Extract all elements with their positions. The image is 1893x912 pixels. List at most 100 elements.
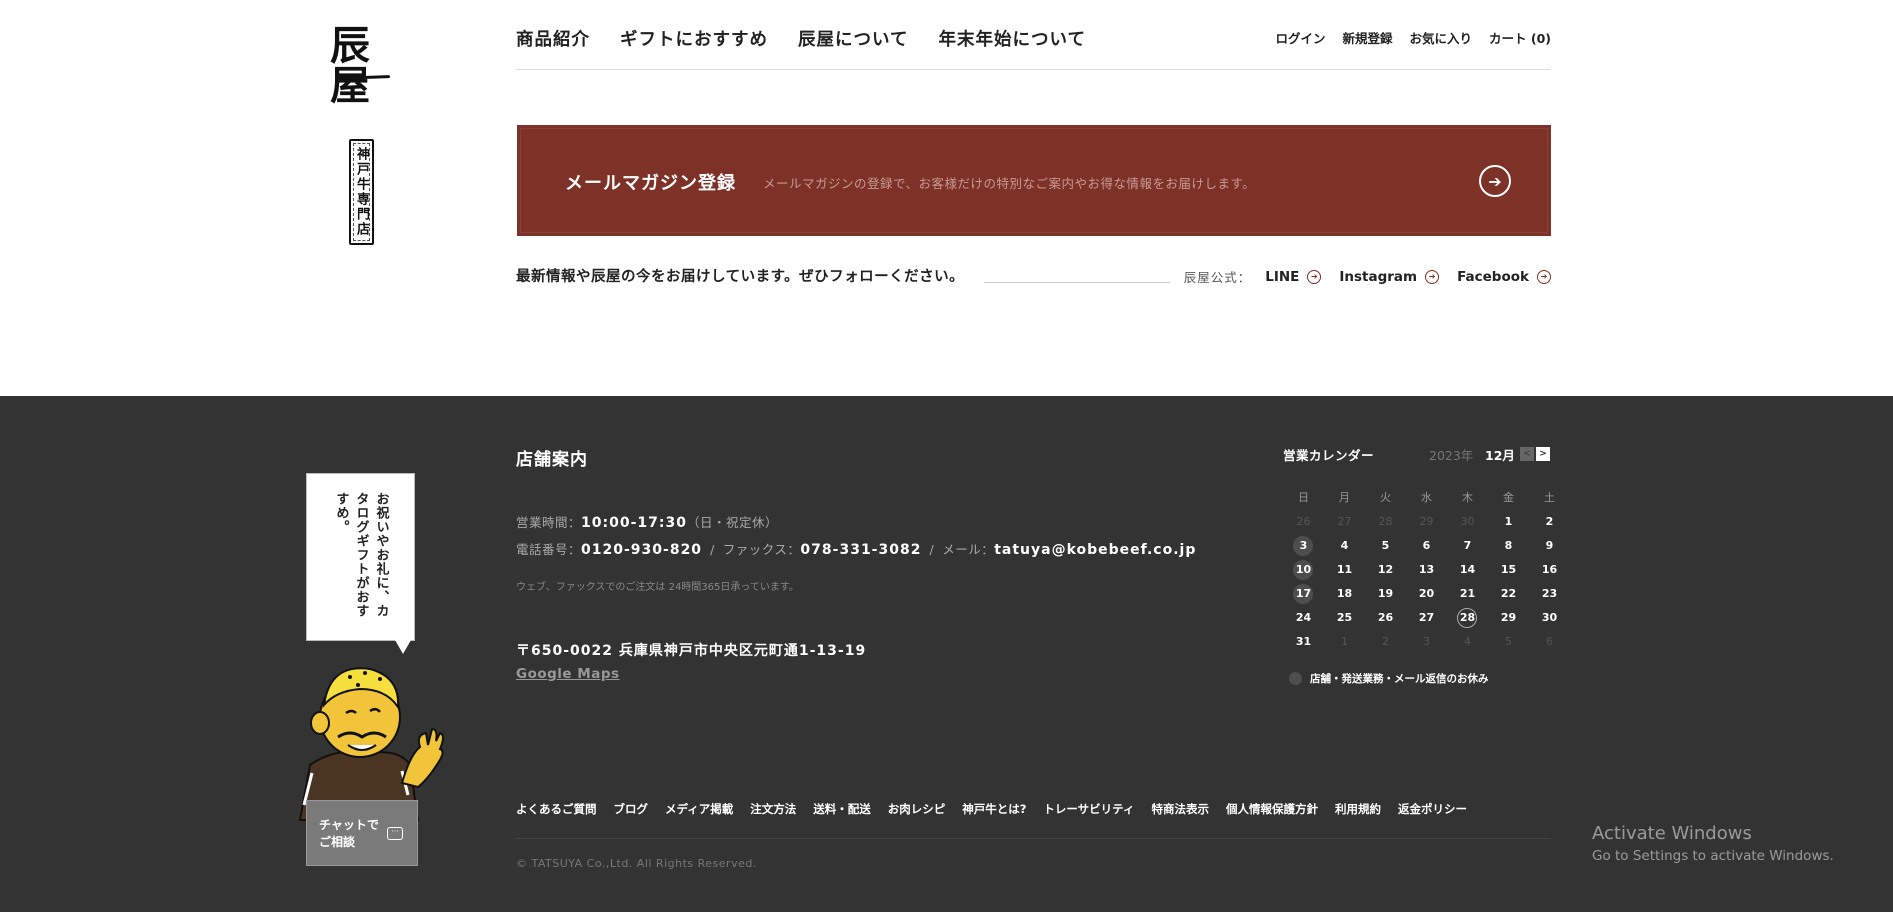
calendar-weekday: 水: [1421, 491, 1432, 504]
favorites-link[interactable]: お気に入り: [1410, 28, 1473, 47]
calendar-day: 24: [1283, 609, 1324, 627]
calendar-weekday: 木: [1462, 491, 1473, 504]
footer-nav-link[interactable]: 利用規約: [1335, 801, 1381, 817]
footer-nav-link[interactable]: トレーサビリティ: [1043, 801, 1134, 817]
calendar-day-number: 20: [1418, 587, 1435, 600]
mail-label: メール：: [942, 542, 995, 557]
calendar-month: 12月: [1485, 448, 1515, 463]
calendar-weekday: 月: [1339, 491, 1350, 504]
calendar-day: 9: [1529, 537, 1570, 555]
calendar-day-number: 16: [1541, 563, 1558, 576]
footer-nav-link[interactable]: 注文方法: [750, 801, 796, 817]
login-link[interactable]: ログイン: [1275, 28, 1325, 47]
calendar-day: 27: [1324, 513, 1365, 531]
calendar-day-number: 17: [1295, 587, 1312, 600]
calendar-day: 3: [1283, 536, 1324, 556]
calendar-day-number: 21: [1459, 587, 1476, 600]
calendar-day: 1: [1488, 513, 1529, 531]
calendar-day-number: 1: [1341, 635, 1348, 648]
calendar-day: 15: [1488, 561, 1529, 579]
instagram-link[interactable]: Instagram ➔: [1339, 269, 1440, 285]
mail-magazine-banner[interactable]: メールマガジン登録 メールマガジンの登録で、お客様だけの特別なご案内やお得な情報…: [517, 125, 1551, 236]
calendar-day: 31: [1283, 633, 1324, 651]
calendar-grid: 日月火水木金土 26 27 28 29 30 1 2 3 4 5 6 7 8 9 10 11 12 13 14 15 16…: [1283, 489, 1557, 651]
specialty-badge-text: 神戸牛専門店: [354, 147, 369, 237]
calendar-day-number: 25: [1336, 611, 1353, 624]
google-maps-link[interactable]: Google Maps: [516, 666, 620, 682]
calendar-day-number: 30: [1541, 611, 1558, 624]
contact-row: 電話番号： 0120-930-820 / ファックス： 078-331-3082…: [516, 539, 1196, 558]
arrow-circle-icon: ➔: [1425, 269, 1440, 284]
cart-link[interactable]: カート (0): [1489, 28, 1551, 47]
calendar-legend-text: 店舗・発送業務・メール返信のお休み: [1310, 673, 1489, 685]
shop-address: 〒650-0022 兵庫県神戸市中央区元町通1-13-19: [516, 643, 867, 659]
calendar-day: 26: [1365, 609, 1406, 627]
calendar-day-number: 7: [1463, 539, 1472, 552]
calendar-day-number: 11: [1336, 563, 1353, 576]
calendar-day: 25: [1324, 609, 1365, 627]
calendar-day: 26: [1283, 513, 1324, 531]
arrow-right-icon[interactable]: ➔: [1479, 165, 1511, 197]
social-links: 辰屋公式： LINE ➔ Instagram ➔ Facebook ➔: [1184, 267, 1551, 286]
chat-bubble-icon: ···: [387, 827, 403, 840]
mail-magazine-title: メールマガジン登録: [565, 173, 736, 194]
line-link[interactable]: LINE ➔: [1265, 268, 1322, 285]
footer-nav-link[interactable]: 個人情報保護方針: [1226, 801, 1318, 817]
footer-nav-link[interactable]: 返金ポリシー: [1398, 801, 1467, 817]
calendar-day-number: 30: [1460, 515, 1475, 528]
register-link[interactable]: 新規登録: [1342, 28, 1392, 47]
calendar-day: 13: [1406, 561, 1447, 579]
line-link-label: LINE: [1265, 268, 1300, 285]
shop-info-title: 店舗案内: [516, 450, 588, 470]
nav-about[interactable]: 辰屋について: [798, 26, 908, 51]
follow-text: 最新情報や辰屋の今をお届けしています。ぜひフォローください。: [516, 269, 965, 285]
footer-nav-link[interactable]: 神戸牛とは?: [962, 801, 1026, 817]
calendar-next-button[interactable]: >: [1536, 447, 1550, 461]
facebook-link-label: Facebook: [1457, 268, 1529, 285]
footer-nav-link[interactable]: ブログ: [614, 801, 649, 817]
calendar-day: 28: [1365, 513, 1406, 531]
calendar-day-number: 24: [1295, 611, 1312, 624]
calendar-day: 18: [1324, 585, 1365, 603]
watermark-subtitle: Go to Settings to activate Windows.: [1592, 848, 1834, 864]
footer-nav-link[interactable]: メディア掲載: [665, 801, 733, 817]
chat-consult-button[interactable]: チャットで ご相談 ···: [306, 800, 418, 866]
calendar-day: 8: [1488, 537, 1529, 555]
nav-new-year[interactable]: 年末年始について: [938, 26, 1085, 51]
calendar-day-number: 23: [1541, 587, 1558, 600]
follow-divider: [984, 282, 1170, 283]
mail-value[interactable]: tatuya@kobebeef.co.jp: [994, 542, 1196, 558]
header-divider: [516, 69, 1551, 70]
footer-nav-link[interactable]: お肉レシピ: [888, 801, 946, 817]
calendar-prev-button[interactable]: <: [1520, 447, 1534, 461]
order-note: ウェブ、ファックスでのご注文は 24時間365日承っています。: [516, 582, 799, 593]
site-logo[interactable]: 辰屋: [330, 26, 396, 106]
nav-gift[interactable]: ギフトにおすすめ: [620, 26, 768, 51]
calendar-day: 14: [1447, 561, 1488, 579]
calendar-day-number: 26: [1377, 611, 1394, 624]
calendar-day: 29: [1488, 609, 1529, 627]
hours-value: 10:00-17:30: [581, 515, 687, 531]
facebook-link[interactable]: Facebook ➔: [1457, 269, 1551, 285]
hours-label: 営業時間：: [516, 515, 582, 530]
calendar-day: 7: [1447, 537, 1488, 555]
holiday-marker-icon: [1289, 672, 1302, 685]
calendar-day: 21: [1447, 585, 1488, 603]
fax-value: 078-331-3082: [800, 542, 922, 558]
calendar-day: 6: [1529, 633, 1570, 651]
tel-value[interactable]: 0120-930-820: [581, 542, 702, 558]
footer-divider: [516, 838, 1551, 839]
calendar-day-number: 6: [1546, 635, 1553, 648]
calendar-day-number: 29: [1500, 611, 1517, 624]
calendar-day: 2: [1529, 513, 1570, 531]
footer-nav-link[interactable]: よくあるご質問: [516, 801, 597, 817]
footer-nav-link[interactable]: 特商法表示: [1151, 801, 1209, 817]
copyright: © TATSUYA Co.,Ltd. All Rights Reserved.: [516, 857, 757, 870]
nav-products[interactable]: 商品紹介: [516, 26, 590, 51]
windows-activation-watermark: Activate Windows Go to Settings to activ…: [1592, 823, 1834, 864]
calendar-day-number: 3: [1299, 539, 1308, 552]
footer-nav-link[interactable]: 送料・配送: [813, 801, 871, 817]
chat-button-line1: チャットで: [319, 818, 379, 832]
tel-label: 電話番号：: [516, 542, 582, 557]
separator: /: [710, 542, 715, 557]
